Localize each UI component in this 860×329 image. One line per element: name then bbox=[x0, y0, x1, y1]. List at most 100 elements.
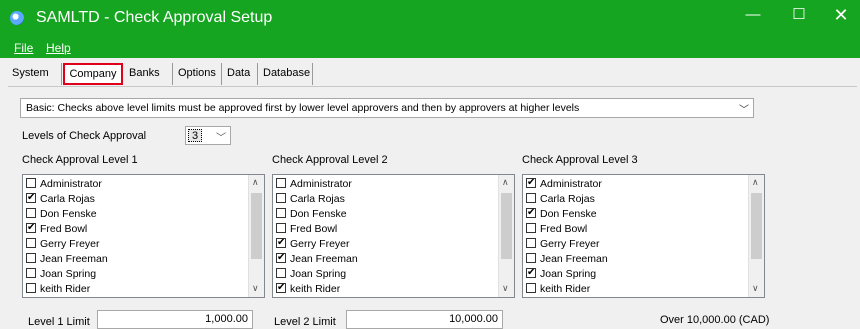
list-item[interactable]: Gerry Freyer bbox=[526, 238, 600, 251]
checkbox[interactable] bbox=[276, 208, 286, 218]
level-2-listbox[interactable]: ∧ ∨ Administrator Carla Rojas Don Fenske Fr… bbox=[272, 174, 515, 298]
list-item[interactable]: Don Fenske bbox=[26, 208, 97, 221]
list-item[interactable]: keith Rider bbox=[276, 281, 341, 296]
list-item[interactable]: Jean Freeman bbox=[526, 253, 608, 266]
tab-company[interactable]: Company bbox=[63, 63, 123, 85]
checkbox[interactable] bbox=[276, 178, 286, 188]
list-item[interactable]: keith Rider bbox=[26, 283, 90, 296]
checkbox[interactable] bbox=[526, 253, 536, 263]
checkbox-checked[interactable] bbox=[526, 206, 536, 219]
scroll-up-icon[interactable]: ∧ bbox=[252, 177, 259, 188]
checkbox[interactable] bbox=[276, 223, 286, 233]
list-item-label: Don Fenske bbox=[40, 208, 97, 220]
tab-banks[interactable]: Banks bbox=[125, 63, 173, 85]
checkbox[interactable] bbox=[26, 253, 36, 263]
list-item[interactable]: Jean Freeman bbox=[26, 253, 108, 266]
tab-system[interactable]: System bbox=[8, 63, 62, 85]
checkbox-checked[interactable] bbox=[26, 191, 36, 204]
checkbox[interactable] bbox=[276, 268, 286, 278]
list-item[interactable]: Joan Spring bbox=[276, 268, 346, 281]
list-item-label: Fred Bowl bbox=[40, 223, 88, 235]
list-item[interactable]: Fred Bowl bbox=[526, 223, 587, 236]
level-3-limit-text: Over 10,000.00 (CAD) bbox=[660, 314, 770, 326]
checkbox[interactable] bbox=[526, 223, 536, 233]
list-item-label: keith Rider bbox=[540, 283, 591, 295]
chevron-down-icon: ﹀ bbox=[739, 105, 749, 116]
level-3-title: Check Approval Level 3 bbox=[522, 154, 638, 166]
level-2-limit-input[interactable]: 10,000.00 bbox=[346, 310, 503, 329]
list-item[interactable]: Don Fenske bbox=[526, 206, 597, 221]
level-1-listbox[interactable]: ∧ ∨ Administrator Carla Rojas Don Fenske Fr… bbox=[22, 174, 265, 298]
scroll-thumb[interactable] bbox=[751, 193, 762, 259]
checkbox[interactable] bbox=[526, 193, 536, 203]
menu-file[interactable]: File bbox=[14, 41, 33, 55]
list-item-label: Administrator bbox=[290, 178, 352, 190]
list-item-label: Carla Rojas bbox=[40, 193, 95, 205]
list-item-label: Administrator bbox=[40, 178, 102, 190]
list-item[interactable]: Administrator bbox=[26, 178, 102, 191]
minimize-button[interactable]: — bbox=[735, 4, 771, 26]
list-item-label: Jean Freeman bbox=[40, 253, 108, 265]
checkbox[interactable] bbox=[276, 193, 286, 203]
tab-data[interactable]: Data bbox=[223, 63, 258, 85]
checkbox[interactable] bbox=[26, 268, 36, 278]
list-item[interactable]: Carla Rojas bbox=[276, 193, 345, 206]
checkbox[interactable] bbox=[26, 208, 36, 218]
levels-select[interactable]: 3 ﹀ bbox=[185, 126, 231, 145]
checkbox-checked[interactable] bbox=[26, 221, 36, 234]
scroll-thumb[interactable] bbox=[501, 193, 512, 259]
scroll-down-icon[interactable]: ∨ bbox=[252, 283, 259, 294]
checkbox[interactable] bbox=[526, 238, 536, 248]
list-item[interactable]: Administrator bbox=[276, 178, 352, 191]
list-item-label: Fred Bowl bbox=[290, 223, 338, 235]
list-item[interactable]: Joan Spring bbox=[526, 266, 596, 281]
list-item-label: Joan Spring bbox=[290, 268, 347, 280]
scrollbar[interactable]: ∧ ∨ bbox=[748, 175, 764, 297]
checkbox-checked[interactable] bbox=[526, 266, 536, 279]
title-bar: SAMLTD - Check Approval Setup — ☐ ✕ bbox=[0, 0, 860, 38]
scroll-thumb[interactable] bbox=[251, 193, 262, 259]
checkbox-checked[interactable] bbox=[526, 176, 536, 189]
checkbox[interactable] bbox=[526, 283, 536, 293]
scroll-up-icon[interactable]: ∧ bbox=[502, 177, 509, 188]
scroll-down-icon[interactable]: ∨ bbox=[502, 283, 509, 294]
list-item-label: Carla Rojas bbox=[290, 193, 345, 205]
list-item[interactable]: Fred Bowl bbox=[26, 221, 88, 236]
list-item[interactable]: Fred Bowl bbox=[276, 223, 337, 236]
checkbox[interactable] bbox=[26, 283, 36, 293]
maximize-button[interactable]: ☐ bbox=[781, 4, 817, 26]
list-item-label: Don Fenske bbox=[290, 208, 347, 220]
checkbox-checked[interactable] bbox=[276, 236, 286, 249]
list-item-label: Gerry Freyer bbox=[540, 238, 600, 250]
list-item[interactable]: Jean Freeman bbox=[276, 251, 358, 266]
chevron-down-icon: ﹀ bbox=[216, 133, 226, 144]
tab-divider bbox=[8, 86, 857, 87]
window-title: SAMLTD - Check Approval Setup bbox=[36, 9, 273, 26]
scrollbar[interactable]: ∧ ∨ bbox=[248, 175, 264, 297]
scroll-up-icon[interactable]: ∧ bbox=[752, 177, 759, 188]
list-item[interactable]: keith Rider bbox=[526, 283, 590, 296]
list-item[interactable]: Gerry Freyer bbox=[276, 236, 350, 251]
list-item[interactable]: Gerry Freyer bbox=[26, 238, 100, 251]
scroll-down-icon[interactable]: ∨ bbox=[752, 283, 759, 294]
checkbox[interactable] bbox=[26, 238, 36, 248]
level-1-limit-input[interactable]: 1,000.00 bbox=[97, 310, 253, 329]
list-item[interactable]: Don Fenske bbox=[276, 208, 347, 221]
checkbox-checked[interactable] bbox=[276, 281, 286, 294]
tab-database[interactable]: Database bbox=[259, 63, 313, 85]
list-item[interactable]: Carla Rojas bbox=[26, 191, 95, 206]
close-button[interactable]: ✕ bbox=[823, 4, 859, 26]
list-item-label: Gerry Freyer bbox=[290, 238, 350, 250]
tab-options[interactable]: Options bbox=[174, 63, 222, 85]
menu-help[interactable]: Help bbox=[46, 41, 71, 55]
list-item[interactable]: Joan Spring bbox=[26, 268, 96, 281]
checkbox[interactable] bbox=[26, 178, 36, 188]
list-item-label: keith Rider bbox=[290, 283, 341, 295]
checkbox-checked[interactable] bbox=[276, 251, 286, 264]
approval-mode-select[interactable]: Basic: Checks above level limits must be… bbox=[20, 98, 754, 118]
level-3-listbox[interactable]: ∧ ∨ Administrator Carla Rojas Don Fenske Fr… bbox=[522, 174, 765, 298]
list-item[interactable]: Carla Rojas bbox=[526, 193, 595, 206]
scrollbar[interactable]: ∧ ∨ bbox=[498, 175, 514, 297]
list-item-label: Jean Freeman bbox=[540, 253, 608, 265]
list-item[interactable]: Administrator bbox=[526, 176, 602, 191]
